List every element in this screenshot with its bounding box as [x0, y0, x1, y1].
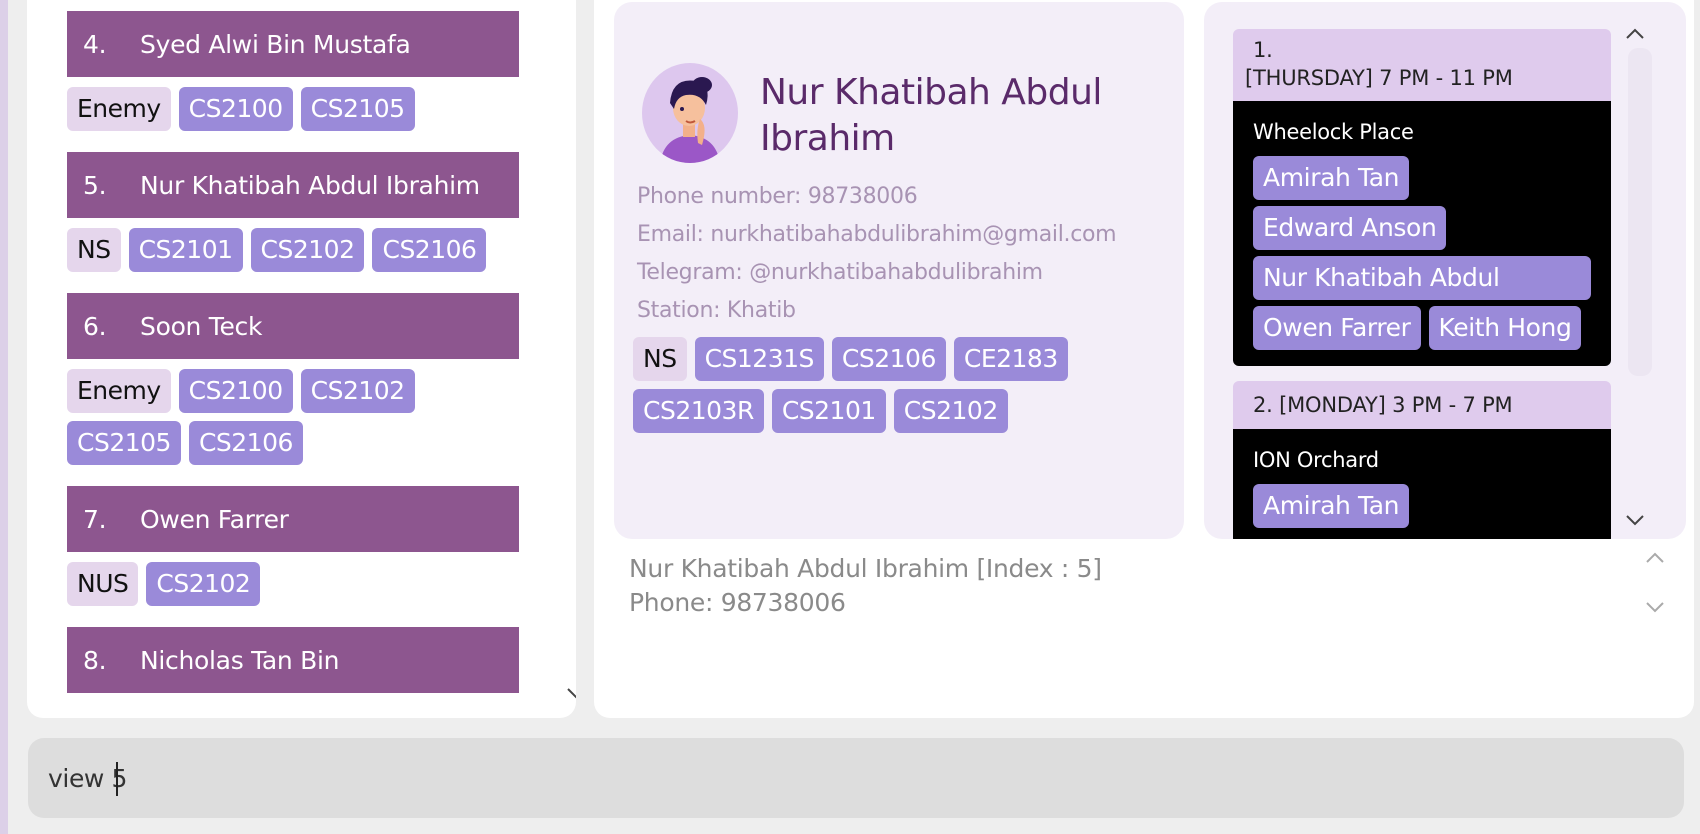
member-chip: Keith Hong — [1428, 306, 1582, 350]
command-input[interactable] — [48, 738, 1648, 818]
contact-list[interactable]: 4. Syed Alwi Bin Mustafa Enemy CS2100 CS2105… — [67, 11, 519, 714]
module-tag: CS2102 — [893, 389, 1008, 433]
member-chip: Amirah Tan — [1253, 156, 1410, 200]
person-tags: Enemy CS2100 CS2105 — [67, 87, 519, 131]
module-tag: CS2103R — [633, 389, 764, 433]
group-tag: Enemy — [67, 87, 171, 131]
person-tags: Enemy CS2100 CS2102 CS2105 CS2106 — [67, 369, 519, 465]
person-header[interactable]: 6. Soon Teck — [67, 293, 519, 359]
module-tag: CS2102 — [146, 562, 261, 606]
slot-index: 1. — [1253, 38, 1273, 62]
slot-time: [THURSDAY] 7 PM - 11 PM — [1245, 66, 1513, 90]
slot-header: 1. [THURSDAY] 7 PM - 11 PM — [1233, 29, 1611, 101]
person-tags: NUS CS2102 — [67, 562, 519, 606]
member-chip: Amirah Tan — [1253, 484, 1410, 528]
slot-header: 2. [MONDAY] 3 PM - 7 PM — [1233, 381, 1611, 429]
main-panel: Nur Khatibah Abdul Ibrahim Phone number:… — [594, 0, 1694, 718]
person-card[interactable]: 5. Nur Khatibah Abdul Ibrahim NS CS2101 CS21… — [67, 152, 519, 272]
slot-time: [MONDAY] 3 PM - 7 PM — [1279, 393, 1513, 417]
schedule-list[interactable]: 1. [THURSDAY] 7 PM - 11 PM Wheelock Place A… — [1233, 29, 1611, 539]
group-tag: Enemy — [67, 369, 171, 413]
member-chip: Edward Anson — [1253, 206, 1447, 250]
schedule-scrollbar[interactable] — [1628, 48, 1652, 376]
person-name: Syed Alwi Bin Mustafa — [140, 29, 411, 59]
slot-members: Amirah Tan Edward Anson Nur Khatibah Abdul… — [1253, 156, 1591, 350]
module-tag: CS2101 — [771, 389, 886, 433]
slot-body: Wheelock Place Amirah Tan Edward Anson Nur … — [1233, 101, 1611, 366]
chevron-up-icon[interactable] — [1622, 24, 1648, 44]
schedule-slot[interactable]: 1. [THURSDAY] 7 PM - 11 PM Wheelock Place A… — [1233, 29, 1611, 366]
contact-list-panel: 4. Syed Alwi Bin Mustafa Enemy CS2100 CS2105… — [27, 0, 576, 718]
command-box — [28, 738, 1684, 818]
person-index: 4. — [83, 29, 107, 59]
chevron-up-icon[interactable] — [1642, 548, 1668, 568]
group-tag: NS — [67, 228, 121, 272]
avatar — [642, 63, 738, 163]
avatar-illustration-icon — [660, 77, 720, 163]
profile-email: Email: nurkhatibahabdulibrahim@gmail.com — [637, 222, 1117, 247]
slot-location: Wheelock Place — [1253, 120, 1414, 144]
person-header[interactable]: 5. Nur Khatibah Abdul Ibrahim — [67, 152, 519, 218]
module-tag: CS2105 — [300, 87, 415, 131]
slot-body: ION Orchard Amirah Tan — [1233, 429, 1611, 539]
chevron-down-icon[interactable] — [563, 680, 576, 706]
person-header[interactable]: 7. Owen Farrer — [67, 486, 519, 552]
profile-details: Phone number: 98738006 Email: nurkhatiba… — [637, 178, 1117, 330]
profile-station: Station: Khatib — [637, 298, 796, 323]
person-card[interactable]: 8. Nicholas Tan Bin — [67, 627, 519, 693]
person-header[interactable]: 8. Nicholas Tan Bin — [67, 627, 519, 693]
profile-phone: Phone number: 98738006 — [637, 184, 918, 209]
person-card[interactable]: 6. Soon Teck Enemy CS2100 CS2102 CS2105 CS2106 — [67, 293, 519, 465]
slot-location: ION Orchard — [1253, 448, 1379, 472]
profile-tags: NS CS1231S CS2106 CE2183 CS2103R CS2101 CS2102 — [633, 337, 1073, 433]
group-tag: NS — [633, 337, 687, 381]
profile-name: Nur Khatibah Abdul Ibrahim — [760, 72, 1102, 159]
profile-card: Nur Khatibah Abdul Ibrahim Phone number:… — [614, 2, 1184, 539]
text-caret-icon — [116, 762, 118, 796]
module-tag: CS2100 — [178, 87, 293, 131]
person-index: 5. — [83, 170, 107, 200]
schedule-slot[interactable]: 2. [MONDAY] 3 PM - 7 PM ION Orchard Amirah… — [1233, 381, 1611, 539]
schedule-panel: 1. [THURSDAY] 7 PM - 11 PM Wheelock Place A… — [1204, 2, 1686, 539]
module-tag: CS2105 — [67, 421, 181, 465]
module-tag: CS1231S — [694, 337, 824, 381]
member-chip: Owen Farrer — [1253, 306, 1421, 350]
profile-telegram: Telegram: @nurkhatibahabdulibrahim — [637, 260, 1043, 285]
person-name: Nur Khatibah Abdul Ibrahim — [140, 170, 480, 200]
person-index: 7. — [83, 504, 107, 534]
slot-members: Amirah Tan — [1253, 484, 1591, 528]
person-name: Soon Teck — [140, 311, 263, 341]
person-index: 8. — [83, 645, 107, 675]
module-tag: CS2102 — [250, 228, 365, 272]
person-name: Nicholas Tan Bin — [140, 645, 340, 675]
result-display: Nur Khatibah Abdul Ibrahim [Index : 5] P… — [629, 552, 1102, 620]
person-card[interactable]: 4. Syed Alwi Bin Mustafa Enemy CS2100 CS2105 — [67, 11, 519, 131]
window-edge — [0, 0, 8, 834]
chevron-down-icon[interactable] — [1642, 597, 1668, 617]
module-tag: CS2106 — [188, 421, 303, 465]
chevron-down-icon[interactable] — [1622, 510, 1648, 530]
module-tag: CS2102 — [300, 369, 415, 413]
member-chip: Nur Khatibah Abdul Ibrahim — [1253, 256, 1591, 336]
module-tag: CS2101 — [128, 228, 243, 272]
module-tag: CE2183 — [953, 337, 1068, 381]
slot-index: 2. — [1253, 393, 1273, 417]
module-tag: CS2106 — [372, 228, 487, 272]
module-tag: CS2106 — [831, 337, 946, 381]
result-line-2: Phone: 98738006 — [629, 588, 846, 617]
person-index: 6. — [83, 311, 107, 341]
person-card[interactable]: 7. Owen Farrer NUS CS2102 — [67, 486, 519, 606]
person-tags: NS CS2101 CS2102 CS2106 — [67, 228, 519, 272]
module-tag: CS2100 — [178, 369, 293, 413]
person-header[interactable]: 4. Syed Alwi Bin Mustafa — [67, 11, 519, 77]
person-name: Owen Farrer — [140, 504, 289, 534]
group-tag: NUS — [67, 562, 139, 606]
result-line-1: Nur Khatibah Abdul Ibrahim [Index : 5] — [629, 554, 1102, 583]
